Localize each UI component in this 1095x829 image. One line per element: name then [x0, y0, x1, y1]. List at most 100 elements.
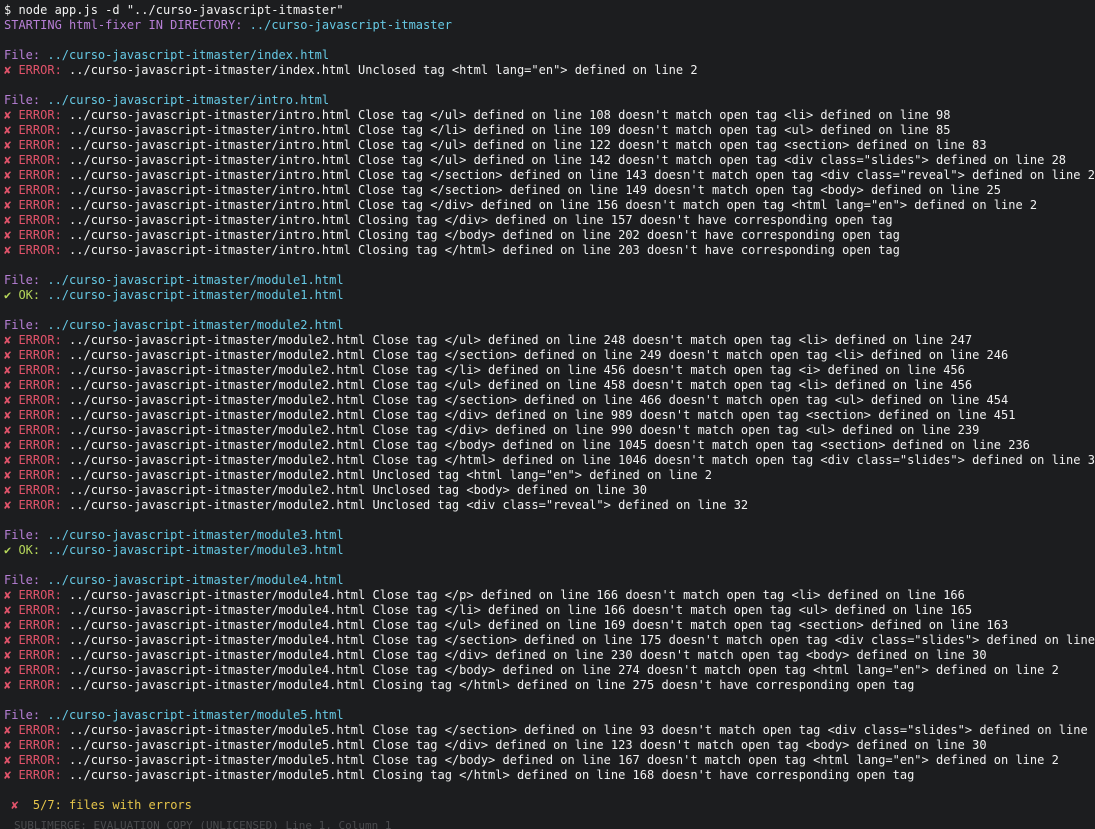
- result-message: ../curso-javascript-itmaster/module2.htm…: [69, 498, 749, 512]
- error-label: ERROR:: [11, 243, 70, 257]
- error-label: ERROR:: [11, 753, 70, 767]
- file-label: File:: [4, 708, 48, 722]
- error-line: ✘ ERROR: ../curso-javascript-itmaster/mo…: [4, 468, 1095, 483]
- error-line: ✘ ERROR: ../curso-javascript-itmaster/in…: [4, 228, 1095, 243]
- error-label: ERROR:: [11, 648, 70, 662]
- error-line: ✘ ERROR: ../curso-javascript-itmaster/in…: [4, 63, 1095, 78]
- error-label: ERROR:: [11, 678, 70, 692]
- error-line: ✘ ERROR: ../curso-javascript-itmaster/mo…: [4, 648, 1095, 663]
- error-label: ERROR:: [11, 768, 70, 782]
- error-line: ✘ ERROR: ../curso-javascript-itmaster/in…: [4, 198, 1095, 213]
- error-line: ✘ ERROR: ../curso-javascript-itmaster/mo…: [4, 618, 1095, 633]
- status-bar: SUBLIMERGE: EVALUATION COPY (UNLICENSED)…: [14, 819, 392, 829]
- error-label: ERROR:: [11, 213, 70, 227]
- error-line: ✘ ERROR: ../curso-javascript-itmaster/mo…: [4, 753, 1095, 768]
- error-line: ✘ ERROR: ../curso-javascript-itmaster/mo…: [4, 588, 1095, 603]
- file-header: File: ../curso-javascript-itmaster/modul…: [4, 708, 1095, 723]
- file-path: ../curso-javascript-itmaster/module4.htm…: [47, 573, 344, 587]
- ok-line: ✔ OK: ../curso-javascript-itmaster/modul…: [4, 543, 1095, 558]
- file-path: ../curso-javascript-itmaster/module2.htm…: [47, 318, 344, 332]
- start-label: STARTING html-fixer IN DIRECTORY:: [4, 18, 250, 32]
- file-label: File:: [4, 273, 48, 287]
- error-line: ✘ ERROR: ../curso-javascript-itmaster/in…: [4, 153, 1095, 168]
- result-message: ../curso-javascript-itmaster/module4.htm…: [69, 618, 1009, 632]
- error-label: ERROR:: [11, 438, 70, 452]
- error-label: ERROR:: [11, 423, 70, 437]
- result-message: ../curso-javascript-itmaster/module3.htm…: [47, 543, 344, 557]
- error-line: ✘ ERROR: ../curso-javascript-itmaster/mo…: [4, 663, 1095, 678]
- result-message: ../curso-javascript-itmaster/module4.htm…: [69, 603, 973, 617]
- file-path: ../curso-javascript-itmaster/module1.htm…: [47, 273, 344, 287]
- file-header: File: ../curso-javascript-itmaster/index…: [4, 48, 1095, 63]
- error-label: ERROR:: [11, 138, 70, 152]
- error-label: ERROR:: [11, 618, 70, 632]
- ok-label: OK:: [11, 543, 48, 557]
- result-message: ../curso-javascript-itmaster/module2.htm…: [69, 363, 965, 377]
- result-message: ../curso-javascript-itmaster/module1.htm…: [47, 288, 344, 302]
- result-message: ../curso-javascript-itmaster/module4.htm…: [69, 678, 915, 692]
- error-label: ERROR:: [11, 63, 70, 77]
- file-label: File:: [4, 318, 48, 332]
- error-line: ✘ ERROR: ../curso-javascript-itmaster/mo…: [4, 483, 1095, 498]
- error-label: ERROR:: [11, 738, 70, 752]
- error-label: ERROR:: [11, 468, 70, 482]
- error-line: ✘ ERROR: ../curso-javascript-itmaster/mo…: [4, 453, 1095, 468]
- error-line: ✘ ERROR: ../curso-javascript-itmaster/mo…: [4, 378, 1095, 393]
- error-label: ERROR:: [11, 633, 70, 647]
- file-label: File:: [4, 93, 48, 107]
- error-label: ERROR:: [11, 453, 70, 467]
- error-label: ERROR:: [11, 198, 70, 212]
- ok-line: ✔ OK: ../curso-javascript-itmaster/modul…: [4, 288, 1095, 303]
- error-label: ERROR:: [11, 153, 70, 167]
- result-message: ../curso-javascript-itmaster/module2.htm…: [69, 483, 647, 497]
- error-line: ✘ ERROR: ../curso-javascript-itmaster/mo…: [4, 768, 1095, 783]
- error-line: ✘ ERROR: ../curso-javascript-itmaster/mo…: [4, 363, 1095, 378]
- error-label: ERROR:: [11, 108, 70, 122]
- result-message: ../curso-javascript-itmaster/module4.htm…: [69, 588, 965, 602]
- file-header: File: ../curso-javascript-itmaster/intro…: [4, 93, 1095, 108]
- error-line: ✘ ERROR: ../curso-javascript-itmaster/in…: [4, 168, 1095, 183]
- error-line: ✘ ERROR: ../curso-javascript-itmaster/mo…: [4, 438, 1095, 453]
- file-header: File: ../curso-javascript-itmaster/modul…: [4, 273, 1095, 288]
- file-label: File:: [4, 573, 48, 587]
- error-line: ✘ ERROR: ../curso-javascript-itmaster/in…: [4, 183, 1095, 198]
- result-message: ../curso-javascript-itmaster/index.html …: [69, 63, 698, 77]
- result-message: ../curso-javascript-itmaster/intro.html …: [69, 198, 1038, 212]
- error-label: ERROR:: [11, 393, 70, 407]
- error-line: ✘ ERROR: ../curso-javascript-itmaster/mo…: [4, 393, 1095, 408]
- file-path: ../curso-javascript-itmaster/index.html: [47, 48, 330, 62]
- error-icon: ✘: [11, 798, 19, 812]
- result-message: ../curso-javascript-itmaster/intro.html …: [69, 168, 1095, 182]
- result-message: ../curso-javascript-itmaster/intro.html …: [69, 108, 951, 122]
- file-label: File:: [4, 48, 48, 62]
- result-message: ../curso-javascript-itmaster/module2.htm…: [69, 348, 1009, 362]
- error-line: ✘ ERROR: ../curso-javascript-itmaster/in…: [4, 123, 1095, 138]
- error-line: ✘ ERROR: ../curso-javascript-itmaster/mo…: [4, 423, 1095, 438]
- result-message: ../curso-javascript-itmaster/module5.htm…: [69, 768, 915, 782]
- error-label: ERROR:: [11, 378, 70, 392]
- error-label: ERROR:: [11, 663, 70, 677]
- error-line: ✘ ERROR: ../curso-javascript-itmaster/mo…: [4, 678, 1095, 693]
- ok-label: OK:: [11, 288, 48, 302]
- result-message: ../curso-javascript-itmaster/module4.htm…: [69, 633, 1095, 647]
- result-message: ../curso-javascript-itmaster/intro.html …: [69, 183, 1002, 197]
- result-message: ../curso-javascript-itmaster/intro.html …: [69, 153, 1067, 167]
- error-label: ERROR:: [11, 603, 70, 617]
- terminal-output[interactable]: $ node app.js -d "../curso-javascript-it…: [0, 0, 1095, 829]
- result-message: ../curso-javascript-itmaster/module2.htm…: [69, 423, 980, 437]
- error-label: ERROR:: [11, 348, 70, 362]
- error-label: ERROR:: [11, 408, 70, 422]
- error-line: ✘ ERROR: ../curso-javascript-itmaster/mo…: [4, 498, 1095, 513]
- file-path: ../curso-javascript-itmaster/module5.htm…: [47, 708, 344, 722]
- result-message: ../curso-javascript-itmaster/intro.html …: [69, 228, 900, 242]
- error-line: ✘ ERROR: ../curso-javascript-itmaster/mo…: [4, 348, 1095, 363]
- error-line: ✘ ERROR: ../curso-javascript-itmaster/mo…: [4, 723, 1095, 738]
- result-message: ../curso-javascript-itmaster/module5.htm…: [69, 723, 1095, 737]
- result-message: ../curso-javascript-itmaster/module2.htm…: [69, 453, 1095, 467]
